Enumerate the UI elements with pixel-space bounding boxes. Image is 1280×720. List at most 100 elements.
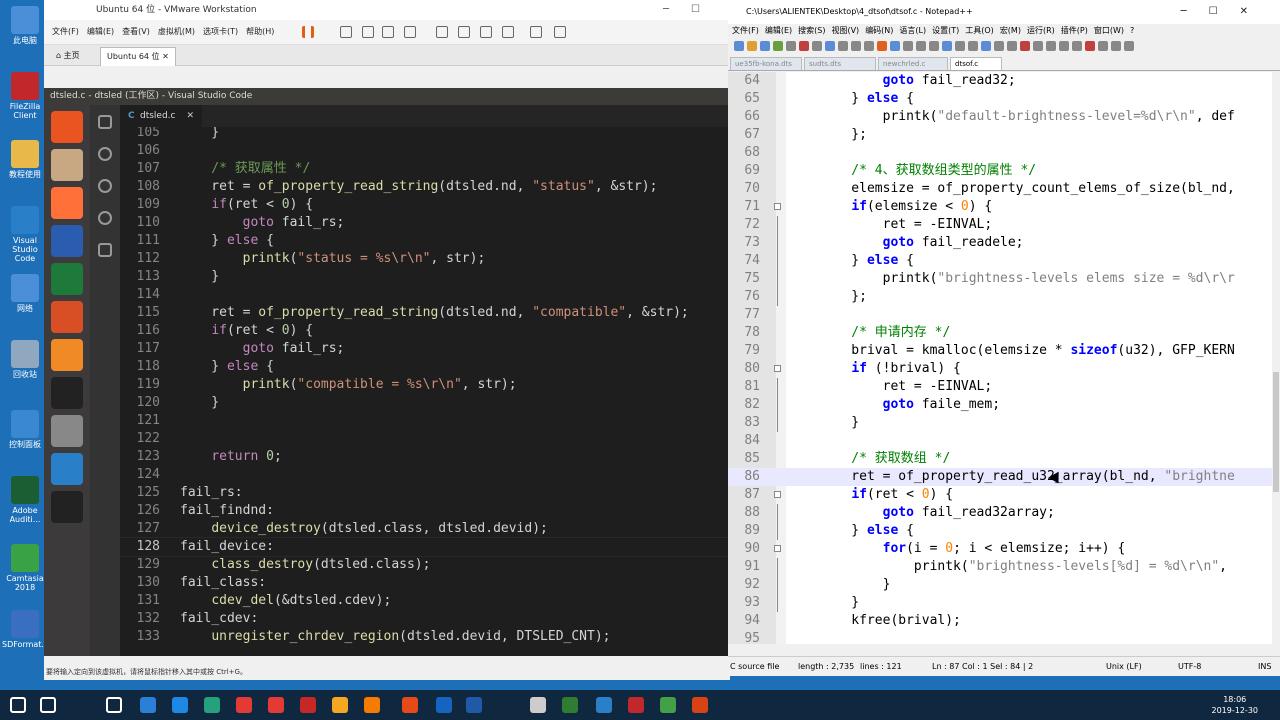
notepadpp-code-area[interactable]: 64 goto fail_read32; 65 } else {66 printk… [728, 72, 1272, 644]
toolbar-icon[interactable] [890, 41, 900, 51]
notepadpp-editor[interactable]: 64 goto fail_read32; 65 } else {66 printk… [728, 72, 1272, 644]
toolbar-icon[interactable] [362, 26, 374, 38]
toolbar-icon[interactable] [1033, 41, 1043, 51]
browser-icon[interactable] [172, 697, 188, 713]
fold-marker[interactable] [774, 365, 781, 372]
toolbar-icon[interactable] [994, 41, 1004, 51]
launcher-app-icon[interactable] [51, 415, 83, 447]
desktop-icon[interactable]: Camtasia 2018 [2, 544, 48, 592]
code-line[interactable]: 69 /* 4、获取数组类型的属性 */ [728, 162, 1272, 180]
launcher-app-icon[interactable] [51, 301, 83, 333]
code-line[interactable]: 118 } else { [120, 358, 728, 376]
vmware-titlebar[interactable]: Ubuntu 64 位 - VMware Workstation ─☐ [44, 0, 728, 20]
vscode-icon[interactable] [596, 697, 612, 713]
toolbar-icon[interactable] [838, 41, 848, 51]
toolbar-icon[interactable] [773, 41, 783, 51]
task-view-icon[interactable] [106, 697, 122, 713]
launcher-app-icon[interactable] [51, 263, 83, 295]
toolbar-icon[interactable] [530, 26, 542, 38]
code-line[interactable]: 65 } else { [728, 90, 1272, 108]
launcher-app-icon[interactable] [51, 453, 83, 485]
toolbar-icon[interactable] [1085, 41, 1095, 51]
notepadpp-tab[interactable]: sudts.dts [804, 57, 876, 70]
code-line[interactable]: 113 } [120, 268, 728, 286]
close-icon[interactable]: ✕ [186, 105, 194, 127]
extensions-icon[interactable] [98, 243, 112, 257]
toolbar-icon[interactable] [916, 41, 926, 51]
taskbar-clock[interactable]: 18:06 2019-12-30 [1212, 694, 1259, 716]
toolbar-icon[interactable] [981, 41, 991, 51]
code-line[interactable]: 78 /* 申请内存 */ [728, 324, 1272, 342]
code-line[interactable]: 81 ret = -EINVAL; [728, 378, 1272, 396]
menu-item[interactable]: 语言(L) [899, 26, 926, 35]
code-line[interactable]: 122 [120, 430, 728, 448]
code-line[interactable]: 125 fail_rs: [120, 484, 728, 502]
code-line[interactable]: 77 [728, 306, 1272, 324]
notepadpp-tab[interactable]: ue35fb-kona.dts [730, 57, 802, 70]
launcher-app-icon[interactable] [51, 339, 83, 371]
code-line[interactable]: 106 [120, 142, 728, 160]
code-line[interactable]: 68 [728, 144, 1272, 162]
code-line[interactable]: 84 [728, 432, 1272, 450]
app-icon[interactable] [300, 697, 316, 713]
code-line[interactable]: 108 ret = of_property_read_string(dtsled… [120, 178, 728, 196]
app-icon[interactable] [402, 697, 418, 713]
search-icon[interactable] [40, 697, 56, 713]
code-line[interactable]: 89 } else { [728, 522, 1272, 540]
code-line[interactable]: 90 for(i = 0; i < elemsize; i++) { [728, 540, 1272, 558]
tab-dtsled-c[interactable]: C dtsled.c ✕ [120, 105, 202, 127]
menu-item[interactable]: 插件(P) [1061, 26, 1088, 35]
code-line[interactable]: 119 printk("compatible = %s\r\n", str); [120, 376, 728, 394]
source-control-icon[interactable] [98, 179, 112, 193]
menu-item[interactable]: 选项卡(T) [203, 27, 238, 36]
menu-item[interactable]: 宏(M) [1000, 26, 1021, 35]
fold-marker[interactable] [774, 491, 781, 498]
launcher-app-icon[interactable] [51, 111, 83, 143]
notepadpp-titlebar[interactable]: C:\Users\ALIENTEK\Desktop\4_dtsof\dtsof.… [728, 0, 1280, 24]
toolbar-icon[interactable] [825, 41, 835, 51]
code-line[interactable]: 116 if(ret < 0) { [120, 322, 728, 340]
code-line[interactable]: 86 ret = of_property_read_u32_array(bl_n… [728, 468, 1272, 486]
code-line[interactable]: 133 unregister_chrdev_region(dtsled.devi… [120, 628, 728, 646]
code-line[interactable]: 117 goto fail_rs; [120, 340, 728, 358]
toolbar-icon[interactable] [340, 26, 352, 38]
desktop-icon[interactable]: 回收站 [2, 340, 48, 379]
toolbar-icon[interactable] [786, 41, 796, 51]
menu-item[interactable]: 帮助(H) [246, 27, 274, 36]
menu-item[interactable]: 编码(N) [865, 26, 893, 35]
desktop-icon[interactable]: 网络 [2, 274, 48, 313]
code-line[interactable]: 110 goto fail_rs; [120, 214, 728, 232]
menu-item[interactable]: 文件(F) [732, 26, 759, 35]
code-line[interactable]: 88 goto fail_read32array; [728, 504, 1272, 522]
fold-marker[interactable] [774, 545, 781, 552]
toolbar-icon[interactable] [851, 41, 861, 51]
toolbar-icon[interactable] [877, 41, 887, 51]
toolbar-icon[interactable] [1020, 41, 1030, 51]
vscode-editor[interactable]: 105 } 106 107 /* 获取属性 */108 ret = of_prope… [120, 105, 728, 656]
desktop-icon[interactable]: Visual Studio Code [2, 206, 48, 263]
desktop-icon[interactable]: FileZilla Client [2, 72, 48, 120]
code-line[interactable]: 120 } [120, 394, 728, 412]
menu-item[interactable]: 运行(R) [1027, 26, 1055, 35]
menu-item[interactable]: 视图(V) [831, 26, 859, 35]
code-line[interactable]: 72 ret = -EINVAL; [728, 216, 1272, 234]
tab-home[interactable]: ⌂ 主页 [50, 47, 86, 65]
code-line[interactable]: 128 fail_device: [120, 537, 728, 557]
app-icon[interactable] [466, 697, 482, 713]
launcher-app-icon[interactable] [51, 491, 83, 523]
notepadpp-tab[interactable]: newchrled.c [878, 57, 948, 70]
menu-item[interactable]: 虚拟机(M) [158, 27, 195, 36]
menu-item[interactable]: 设置(T) [932, 26, 959, 35]
app-icon[interactable] [268, 697, 284, 713]
app-icon[interactable] [204, 697, 220, 713]
start-icon[interactable] [10, 697, 26, 713]
scroll-thumb[interactable] [1273, 372, 1279, 492]
toolbar-icon[interactable] [864, 41, 874, 51]
tab-ubuntu[interactable]: Ubuntu 64 位 ✕ [100, 47, 176, 66]
camtasia-icon[interactable] [660, 697, 676, 713]
app-icon[interactable] [562, 697, 578, 713]
window-controls[interactable]: ─☐ [663, 0, 722, 20]
code-line[interactable]: 95 [728, 630, 1272, 644]
code-line[interactable]: 82 goto faile_mem; [728, 396, 1272, 414]
toolbar-icon[interactable] [1072, 41, 1082, 51]
